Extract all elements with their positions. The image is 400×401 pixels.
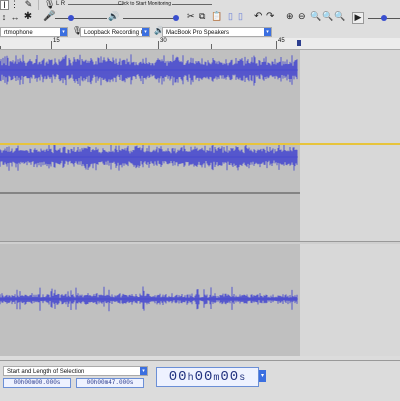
- audio-track-1[interactable]: [0, 50, 400, 143]
- multi-tool-star-icon[interactable]: ✱: [23, 12, 33, 22]
- playback-device-select[interactable]: MacBook Pro Speakers ▾: [162, 27, 272, 37]
- empty-track-area[interactable]: [300, 244, 400, 356]
- speaker-icon: 🔊: [108, 11, 120, 21]
- chevron-down-icon: ▾: [60, 28, 67, 36]
- recording-host-select[interactable]: rtmophone ▾: [0, 27, 68, 37]
- selection-length-field[interactable]: 00h00m47.000s: [76, 378, 144, 388]
- record-meter-icon[interactable]: 🎙: [44, 0, 55, 9]
- play-head-marker[interactable]: [297, 40, 301, 46]
- waveform: [0, 145, 300, 194]
- trim-audio-icon[interactable]: ▯: [228, 12, 233, 21]
- audio-position-minutes: 00: [194, 369, 214, 385]
- empty-track-area[interactable]: [300, 50, 400, 143]
- ruler-label-30: 30: [160, 38, 167, 44]
- audio-position-seconds: 00: [220, 369, 240, 385]
- time-format-dropdown-icon[interactable]: ▾: [259, 370, 266, 382]
- play-speed-knob[interactable]: [381, 15, 387, 21]
- chevron-down-icon: ▾: [142, 28, 149, 36]
- zoom-out-icon[interactable]: ⊖: [298, 12, 306, 21]
- play-at-speed-icon[interactable]: ▶: [352, 12, 364, 24]
- envelope-tool-icon[interactable]: ⋮: [10, 0, 19, 9]
- waveform-area[interactable]: [0, 244, 300, 356]
- meter-label[interactable]: Click to Start Monitoring: [118, 1, 171, 7]
- ruler-tick: [276, 41, 277, 49]
- zoom-in-icon[interactable]: ⊕: [286, 12, 294, 21]
- redo-icon[interactable]: ↷: [266, 12, 274, 22]
- paste-icon[interactable]: 📋: [211, 12, 222, 21]
- playback-volume-knob[interactable]: [173, 15, 179, 21]
- fit-selection-icon[interactable]: 🔍: [310, 12, 321, 21]
- chevron-down-icon: ▾: [140, 367, 147, 375]
- draw-tool-icon[interactable]: ✎: [24, 0, 33, 9]
- recording-volume-slider[interactable]: [55, 18, 107, 19]
- audio-track-2[interactable]: [0, 145, 400, 241]
- ruler-tick: [0, 46, 1, 49]
- audio-track-3[interactable]: [0, 244, 400, 356]
- record-meter-scale-right: [172, 4, 212, 5]
- multi-tool-icon[interactable]: ↕: [0, 13, 8, 22]
- record-meter-scale[interactable]: [68, 4, 123, 5]
- ruler-tick: [158, 41, 159, 49]
- audio-position-hours: 00: [168, 369, 188, 385]
- playback-volume-slider[interactable]: [123, 18, 178, 19]
- waveform: [0, 54, 298, 86]
- time-shift-tool-icon[interactable]: ↔: [10, 13, 20, 22]
- chevron-down-icon: ▾: [264, 28, 271, 36]
- silence-audio-icon[interactable]: ▯: [238, 12, 243, 21]
- selection-start-field[interactable]: 00h00m00.000s: [3, 378, 71, 388]
- record-meter-channels-label: L R: [56, 1, 66, 7]
- audio-position-display[interactable]: 00h00m00s: [156, 367, 259, 387]
- recording-device-text: Loopback Recording C: [84, 30, 146, 36]
- selection-tool-icon[interactable]: I: [0, 0, 9, 10]
- ruler-tick: [106, 44, 107, 49]
- ruler-tick: [211, 44, 212, 49]
- waveform-area[interactable]: [0, 145, 300, 241]
- empty-track-area[interactable]: [300, 145, 400, 241]
- microphone-icon: 🎤: [43, 11, 56, 22]
- zoom-toggle-icon[interactable]: 🔍: [334, 12, 345, 21]
- selection-mode-select[interactable]: Start and Length of Selection ▾: [3, 366, 148, 376]
- playback-device-text: MacBook Pro Speakers: [166, 30, 230, 36]
- ruler-label-15: 15: [53, 38, 60, 44]
- fit-project-icon[interactable]: 🔍: [322, 12, 333, 21]
- copy-icon[interactable]: ⧉: [199, 12, 205, 21]
- undo-icon[interactable]: ↶: [254, 12, 262, 22]
- selection-mode-text: Start and Length of Selection: [7, 369, 85, 375]
- recording-device-select[interactable]: Loopback Recording C ▾: [80, 27, 150, 37]
- recording-host-text: rtmophone: [4, 30, 33, 36]
- cut-icon[interactable]: ✂: [187, 12, 195, 21]
- ruler-tick: [51, 41, 52, 49]
- mixer-edit-toolbar: ↕ ↔ ✱ 🎤 🔊 ✂ ⧉ 📋 ▯ ▯ ↶ ↷ ⊕ ⊖ 🔍 🔍 🔍 ▶: [0, 11, 400, 27]
- ruler-label-45: 45: [278, 38, 285, 44]
- separator: [38, 0, 39, 10]
- waveform-area[interactable]: [0, 50, 300, 143]
- timeline-ruler[interactable]: 15 30 45: [0, 38, 400, 50]
- recording-volume-knob[interactable]: [68, 15, 74, 21]
- waveform: [0, 286, 298, 312]
